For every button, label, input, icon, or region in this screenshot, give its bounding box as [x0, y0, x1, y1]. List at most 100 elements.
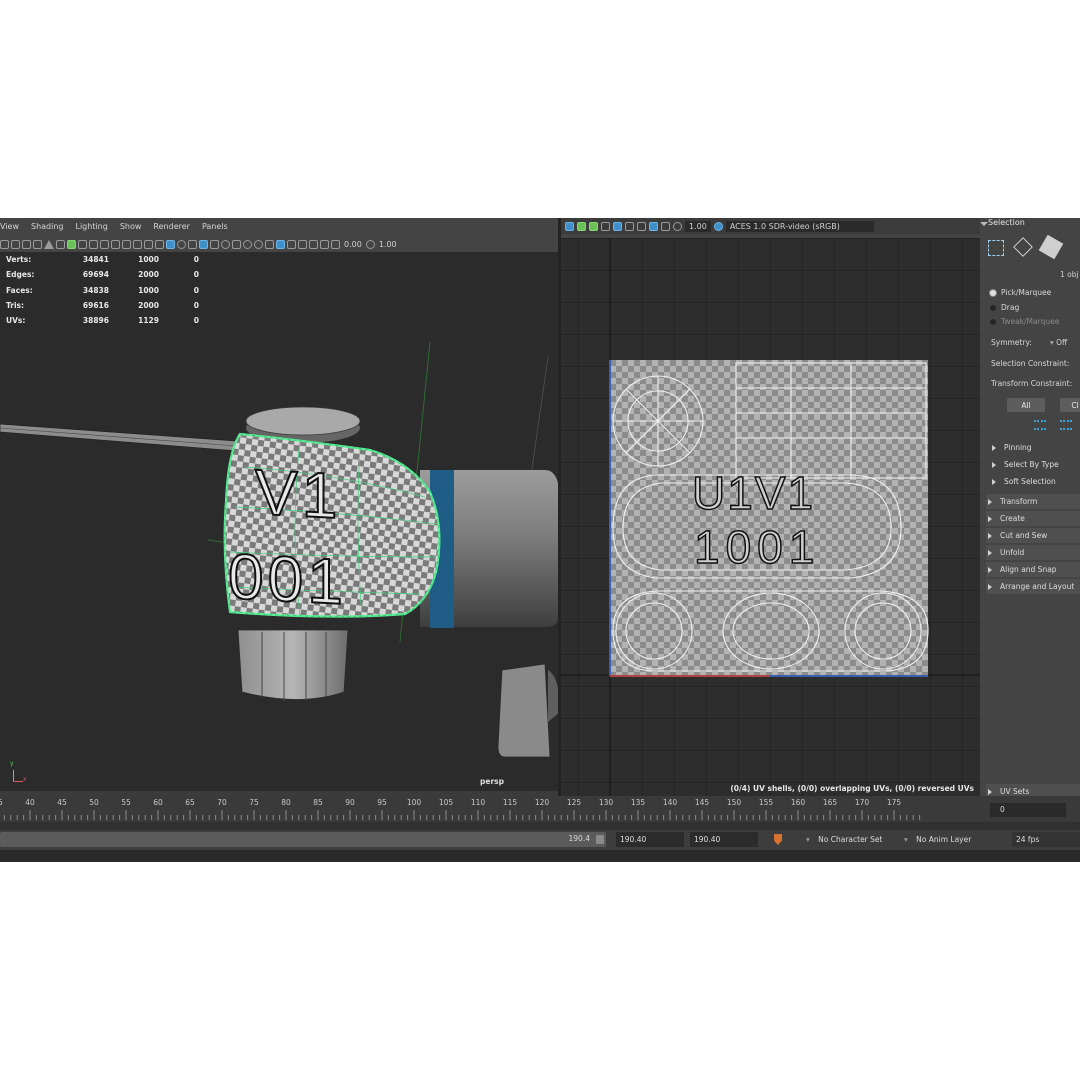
uv-select-icon[interactable]	[988, 240, 1004, 256]
grease-pencil-icon[interactable]	[44, 239, 54, 249]
auto-key-icon[interactable]	[774, 834, 782, 845]
wireframe-on-shaded-icon[interactable]	[188, 239, 197, 249]
two-d-pan-icon[interactable]	[56, 239, 65, 249]
gamma-field[interactable]: 1.00	[377, 240, 399, 249]
menu-lighting[interactable]: Lighting	[75, 222, 107, 236]
camera-attributes-icon[interactable]	[11, 239, 20, 249]
camera-select-icon[interactable]	[0, 239, 9, 249]
textured-icon[interactable]	[199, 239, 208, 249]
motion-blur-icon[interactable]	[243, 239, 252, 249]
xray-icon[interactable]	[287, 239, 296, 249]
clear-button[interactable]: Cl	[1060, 398, 1080, 412]
menu-panels[interactable]: Panels	[202, 222, 228, 236]
bookmark-icon[interactable]	[22, 239, 31, 249]
hud-row-faces: Faces: 34838 1000 0	[6, 285, 199, 295]
safe-title-icon[interactable]	[144, 239, 153, 249]
time-ruler-label: 60	[153, 798, 163, 807]
time-slider[interactable]: 35 40 45 50 55 60 65 70 75 80 85 90 95 100 105 110 115 12…	[0, 796, 1080, 822]
subsection-select-by-type[interactable]: Select By Type	[992, 457, 1080, 472]
subsection-soft-selection[interactable]: Soft Selection	[992, 474, 1080, 489]
section-selection-title[interactable]: Selection	[988, 218, 1025, 227]
range-end-field[interactable]: 190.40	[690, 832, 758, 847]
selection-type-icons	[988, 234, 1080, 262]
menu-renderer[interactable]: Renderer	[153, 222, 190, 236]
menu-shading[interactable]: Shading	[31, 222, 64, 236]
xray-components-icon[interactable]	[309, 239, 318, 249]
fps-dropdown[interactable]: 24 fps	[1012, 832, 1080, 847]
image-plane-icon[interactable]	[33, 239, 42, 249]
grow-selection-icon[interactable]	[1034, 420, 1046, 430]
uv-texture-icon[interactable]	[613, 221, 622, 231]
uv-gamma-icon[interactable]	[673, 221, 682, 231]
section-create[interactable]: Create	[986, 511, 1080, 526]
transform-constraint-label: Transform Constraint:	[991, 379, 1073, 388]
viewport-canvas[interactable]: V1 001 Verts: 34841 1000 0 Edges: 69694 2000 0…	[0, 252, 558, 791]
color-management-icon[interactable]	[713, 221, 723, 231]
time-ruler-label: 55	[121, 798, 131, 807]
section-cut-and-sew[interactable]: Cut and Sew	[986, 528, 1080, 543]
section-unfold[interactable]: Unfold	[986, 545, 1080, 560]
field-chart-icon[interactable]	[122, 239, 131, 249]
uv-filter-icon[interactable]	[625, 221, 634, 231]
uv-tile-grid-icon[interactable]	[649, 221, 658, 231]
time-ruler-label: 70	[217, 798, 227, 807]
section-arrange-and-layout[interactable]: Arrange and Layout	[986, 579, 1080, 594]
uv-canvas[interactable]: U1V1 1001 (0/4) UV shells, (0/0) overlap…	[561, 238, 980, 801]
resolution-gate-icon[interactable]	[100, 239, 109, 249]
menu-view[interactable]: View	[0, 222, 19, 236]
symmetry-dropdown[interactable]: ▾ Off	[1050, 338, 1067, 347]
mode-drag[interactable]: Drag	[990, 303, 1019, 312]
exposure-field[interactable]: 0.00	[342, 240, 364, 249]
uv-distortion-icon[interactable]	[577, 221, 586, 231]
isolate-select-icon[interactable]	[276, 239, 285, 249]
time-ruler-label: 105	[438, 798, 454, 807]
shrink-selection-icon[interactable]	[1060, 420, 1072, 430]
uv-border-icon[interactable]	[637, 221, 646, 231]
grid-icon[interactable]	[78, 239, 87, 249]
range-start-field[interactable]: 190.40	[616, 832, 684, 847]
time-ruler-label: 160	[790, 798, 806, 807]
character-set-dropdown[interactable]: No Character Set	[806, 832, 906, 847]
screen-space-ao-icon[interactable]	[232, 239, 241, 249]
uv-gamma-field[interactable]: 1.00	[685, 220, 711, 232]
default-material-icon[interactable]	[177, 239, 186, 249]
face-select-icon[interactable]	[1013, 237, 1033, 257]
uv-snapshot-icon[interactable]	[661, 221, 670, 231]
wireframe-icon[interactable]	[155, 239, 164, 249]
current-frame-field[interactable]: 0	[990, 803, 1066, 817]
select-all-button[interactable]: All	[1007, 398, 1045, 412]
gate-mask-icon[interactable]	[111, 239, 120, 249]
camera-view-icon[interactable]	[320, 239, 329, 249]
gamma-icon[interactable]	[365, 239, 375, 249]
xray-joints-icon[interactable]	[298, 239, 307, 249]
use-lights-icon[interactable]	[210, 239, 219, 249]
time-ruler-label: 100	[406, 798, 422, 807]
time-ruler-label: 150	[726, 798, 742, 807]
uv-checker-icon[interactable]	[601, 221, 610, 231]
section-align-and-snap[interactable]: Align and Snap	[986, 562, 1080, 577]
menu-show[interactable]: Show	[120, 222, 142, 236]
anti-aliasing-icon[interactable]	[254, 239, 263, 249]
anim-layer-dropdown[interactable]: No Anim Layer	[904, 832, 1004, 847]
time-ruler-label: 45	[57, 798, 67, 807]
range-slider[interactable]: 190.4	[0, 832, 606, 847]
time-ruler-label: 95	[377, 798, 387, 807]
depth-of-field-icon[interactable]	[265, 239, 274, 249]
subsection-pinning[interactable]: Pinning	[992, 440, 1080, 455]
color-space-dropdown[interactable]: ACES 1.0 SDR-video (sRGB)	[725, 220, 874, 232]
range-slider-handle[interactable]	[596, 835, 604, 844]
uv-shaded-icon[interactable]	[589, 221, 598, 231]
safe-action-icon[interactable]	[133, 239, 142, 249]
section-transform[interactable]: Transform	[986, 494, 1080, 509]
time-ruler-label: 155	[758, 798, 774, 807]
film-gate-icon[interactable]	[89, 239, 98, 249]
mode-pick-marquee[interactable]: Pick/Marquee	[990, 288, 1051, 297]
command-line[interactable]	[0, 850, 1080, 862]
shell-select-icon[interactable]	[1038, 234, 1064, 260]
exposure-icon[interactable]	[331, 239, 340, 249]
pencil-icon[interactable]	[67, 239, 76, 249]
uv-grid-icon[interactable]	[565, 221, 574, 231]
smooth-shade-icon[interactable]	[166, 239, 175, 249]
axis-x-label: x	[23, 776, 27, 783]
shadows-icon[interactable]	[221, 239, 230, 249]
